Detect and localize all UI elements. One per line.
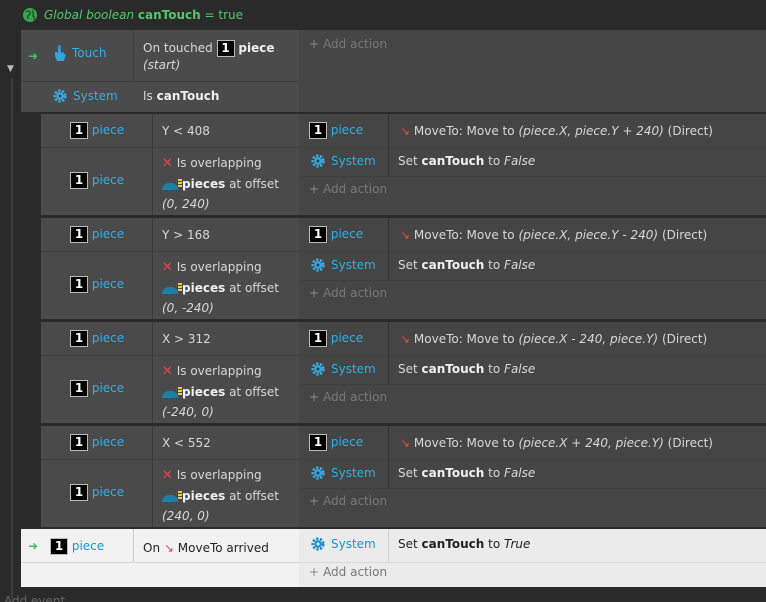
condition-piece-object[interactable]: 1 piece bbox=[70, 484, 124, 501]
gear-icon bbox=[311, 537, 325, 551]
action-moveto[interactable]: ↘ MoveTo: Move to (piece.X, piece.Y + 24… bbox=[400, 124, 713, 138]
action-system-object[interactable]: System bbox=[310, 465, 376, 481]
piece-badge-icon: 1 bbox=[70, 434, 88, 451]
add-action-button[interactable]: + Add action bbox=[309, 390, 387, 404]
action-system-object[interactable]: System bbox=[310, 257, 376, 273]
pieces-family-icon bbox=[162, 282, 182, 295]
plus-icon: + bbox=[309, 182, 320, 196]
indent-line bbox=[11, 78, 13, 602]
touch-hand-icon bbox=[55, 45, 66, 61]
plus-icon: + bbox=[309, 494, 320, 508]
condition-is-cantouch[interactable]: Is canTouch bbox=[143, 89, 219, 103]
condition-piece-object[interactable]: 1 piece bbox=[70, 172, 124, 189]
action-system-object[interactable]: System bbox=[310, 361, 376, 377]
trigger-arrow-icon: ➜ bbox=[28, 539, 39, 553]
action-set-cantouch[interactable]: Set canTouch to False bbox=[398, 466, 535, 480]
move-arrow-icon: ↘ bbox=[400, 124, 411, 138]
globe-icon bbox=[23, 8, 37, 22]
add-event-button[interactable]: Add event bbox=[4, 594, 65, 602]
global-variable-row[interactable]: Global boolean canTouch = true bbox=[22, 4, 243, 26]
condition-piece-object[interactable]: 1 piece bbox=[70, 330, 124, 347]
add-action-button[interactable]: + Add action bbox=[309, 565, 387, 579]
piece-badge-icon: 1 bbox=[70, 484, 88, 501]
pieces-family-icon bbox=[162, 490, 182, 503]
piece-badge-icon: 1 bbox=[70, 380, 88, 397]
system-object-label: System bbox=[73, 89, 118, 103]
invert-x-icon: ✕ bbox=[162, 468, 173, 483]
condition-piece-object[interactable]: 1 piece bbox=[70, 434, 124, 451]
condition-is-overlapping[interactable]: ✕ Is overlapping pieces at offset (0, -2… bbox=[162, 257, 298, 318]
action-piece-object[interactable]: 1 piece bbox=[309, 434, 363, 451]
condition-is-overlapping[interactable]: ✕ Is overlapping pieces at offset (0, 24… bbox=[162, 153, 298, 214]
condition-piece-object[interactable]: 1 piece bbox=[70, 122, 124, 139]
move-arrow-icon: ↘ bbox=[400, 228, 411, 242]
piece-badge-icon: 1 bbox=[216, 40, 235, 57]
collapse-toggle-icon[interactable]: ▼ bbox=[7, 64, 14, 74]
piece-badge-icon: 1 bbox=[309, 434, 327, 451]
condition-on-touched[interactable]: On touched 1 piece (start) bbox=[143, 40, 274, 74]
plus-icon: + bbox=[309, 565, 320, 579]
action-system-object[interactable]: System bbox=[310, 536, 376, 552]
piece-badge-icon: 1 bbox=[309, 330, 327, 347]
global-variable-text: Global boolean canTouch = true bbox=[44, 8, 244, 22]
condition-compare[interactable]: X < 552 bbox=[162, 436, 211, 450]
condition-piece-object[interactable]: 1 piece bbox=[50, 538, 104, 555]
pieces-family-icon bbox=[162, 386, 182, 399]
gear-icon bbox=[311, 154, 325, 168]
piece-badge-icon: 1 bbox=[309, 122, 327, 139]
plus-icon: + bbox=[309, 390, 320, 404]
condition-touch[interactable]: Touch bbox=[52, 44, 106, 62]
piece-badge-icon: 1 bbox=[70, 330, 88, 347]
action-set-cantouch[interactable]: Set canTouch to False bbox=[398, 258, 535, 272]
condition-is-overlapping[interactable]: ✕ Is overlapping pieces at offset (-240,… bbox=[162, 361, 298, 422]
condition-moveto-arrived[interactable]: On ↘ MoveTo arrived bbox=[143, 541, 269, 555]
action-piece-object[interactable]: 1 piece bbox=[309, 122, 363, 139]
move-arrow-icon: ↘ bbox=[400, 332, 411, 346]
condition-piece-object[interactable]: 1 piece bbox=[70, 276, 124, 293]
action-set-cantouch[interactable]: Set canTouch to False bbox=[398, 362, 535, 376]
gear-icon bbox=[311, 362, 325, 376]
action-set-cantouch[interactable]: Set canTouch to False bbox=[398, 154, 535, 168]
piece-badge-icon: 1 bbox=[70, 122, 88, 139]
add-action-button[interactable]: + Add action bbox=[309, 37, 387, 51]
condition-piece-object[interactable]: 1 piece bbox=[70, 226, 124, 243]
condition-piece-object[interactable]: 1 piece bbox=[70, 380, 124, 397]
piece-badge-icon: 1 bbox=[309, 226, 327, 243]
touch-object-label: Touch bbox=[72, 46, 107, 60]
piece-badge-icon: 1 bbox=[50, 538, 68, 555]
add-action-button[interactable]: + Add action bbox=[309, 494, 387, 508]
gear-icon bbox=[53, 89, 67, 103]
invert-x-icon: ✕ bbox=[162, 364, 173, 379]
action-system-object[interactable]: System bbox=[310, 153, 376, 169]
action-moveto[interactable]: ↘ MoveTo: Move to (piece.X, piece.Y - 24… bbox=[400, 228, 707, 242]
move-arrow-icon: ↘ bbox=[163, 541, 174, 555]
pieces-family-icon bbox=[162, 178, 182, 191]
piece-badge-icon: 1 bbox=[70, 172, 88, 189]
trigger-arrow-icon: ➜ bbox=[28, 49, 39, 63]
gear-icon bbox=[311, 258, 325, 272]
invert-x-icon: ✕ bbox=[162, 156, 173, 171]
move-arrow-icon: ↘ bbox=[400, 436, 411, 450]
condition-compare[interactable]: Y < 408 bbox=[162, 124, 210, 138]
action-piece-object[interactable]: 1 piece bbox=[309, 226, 363, 243]
action-piece-object[interactable]: 1 piece bbox=[309, 330, 363, 347]
piece-badge-icon: 1 bbox=[70, 276, 88, 293]
action-set-cantouch-true[interactable]: Set canTouch to True bbox=[398, 537, 530, 551]
piece-badge-icon: 1 bbox=[70, 226, 88, 243]
condition-compare[interactable]: X > 312 bbox=[162, 332, 211, 346]
condition-compare[interactable]: Y > 168 bbox=[162, 228, 210, 242]
action-moveto[interactable]: ↘ MoveTo: Move to (piece.X - 240, piece.… bbox=[400, 332, 707, 346]
plus-icon: + bbox=[309, 37, 320, 51]
condition-system[interactable]: System bbox=[52, 88, 118, 104]
plus-icon: + bbox=[309, 286, 320, 300]
condition-is-overlapping[interactable]: ✕ Is overlapping pieces at offset (240, … bbox=[162, 465, 298, 526]
event-sheet: Global boolean canTouch = true ▼ ➜ Touch… bbox=[0, 0, 766, 602]
action-moveto[interactable]: ↘ MoveTo: Move to (piece.X + 240, piece.… bbox=[400, 436, 713, 450]
invert-x-icon: ✕ bbox=[162, 260, 173, 275]
add-action-button[interactable]: + Add action bbox=[309, 182, 387, 196]
add-action-button[interactable]: + Add action bbox=[309, 286, 387, 300]
gear-icon bbox=[311, 466, 325, 480]
